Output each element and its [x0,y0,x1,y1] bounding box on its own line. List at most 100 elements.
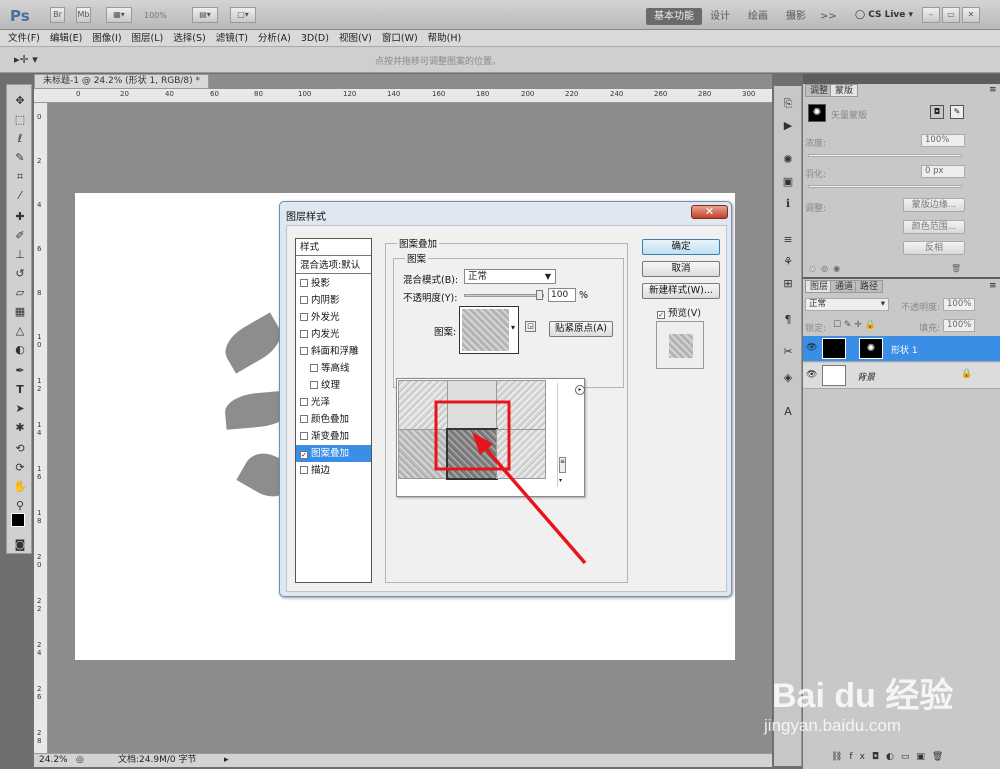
menu-analysis[interactable]: 分析(A) [253,30,296,47]
styles-header[interactable]: 样式 [296,239,371,256]
new-style-button[interactable]: 新建样式(W)... [642,283,720,299]
menu-3d[interactable]: 3D(D) [296,30,334,47]
effect-checkbox[interactable] [300,296,308,304]
crop-tool-icon[interactable]: ⌗ [12,169,28,185]
effect-bevel-emboss[interactable]: 斜面和浮雕 [296,343,371,360]
pattern-swatch-dropdown[interactable]: ▾ [459,306,519,354]
workspace-photography[interactable]: 摄影 [778,8,814,25]
layer-blend-mode-select[interactable]: 正常 ▾ [805,298,889,311]
picker-scrollbar[interactable]: ≡ ▾ [557,383,567,487]
clone-stamp-icon[interactable]: ⊥ [12,247,28,263]
screen-mode-icon[interactable]: ▢▾ [230,7,256,23]
panel-menu-icon[interactable]: ≡ [989,85,997,95]
pen-tool-icon[interactable]: ✒ [12,363,28,379]
presets-icon[interactable]: ⊞ [780,276,796,292]
zoom-level-field[interactable]: 100% [144,11,167,20]
pattern-option[interactable] [398,380,448,430]
brush-presets-icon[interactable]: ≡ [780,232,796,248]
bridge-icon[interactable]: Br [50,7,65,23]
status-menu-arrow-icon[interactable]: ▸ [224,754,229,767]
menu-file[interactable]: 文件(F) [0,30,45,47]
preview-check-icon[interactable]: ✓ [657,311,665,319]
effect-checkbox[interactable] [300,347,308,355]
opacity-slider-thumb[interactable] [536,290,543,300]
effect-checkbox[interactable] [310,381,318,389]
effect-pattern-overlay[interactable]: ✓ 图案叠加 [296,445,371,462]
effect-checkbox-checked[interactable]: ✓ [300,451,308,459]
mask-edge-button[interactable]: 蒙版边缘... [903,198,965,212]
cs-live-menu[interactable]: ◯ CS Live ▾ [855,10,913,20]
blur-tool-icon[interactable]: △ [12,323,28,339]
menu-image[interactable]: 图像(I) [87,30,126,47]
actions-panel-icon[interactable]: ▶ [780,118,796,134]
type-tool-icon[interactable]: T [12,382,28,398]
pixel-mask-icon[interactable]: ◘ [930,105,944,119]
effect-checkbox[interactable] [300,330,308,338]
effect-contour[interactable]: 等高线 [296,360,371,377]
cancel-button[interactable]: 取消 [642,261,720,277]
dodge-tool-icon[interactable]: ◐ [12,342,28,358]
mask-footer-icons[interactable]: ◌ ◎ ◉ [809,264,840,273]
pattern-option-selected[interactable] [446,428,498,480]
paragraph-icon[interactable]: ¶ [780,312,796,328]
history-brush-icon[interactable]: ↺ [12,266,28,282]
minimize-icon[interactable]: – [922,7,940,23]
opacity-slider[interactable] [464,290,544,300]
menu-select[interactable]: 选择(S) [168,30,210,47]
effect-checkbox[interactable] [300,415,308,423]
shape-tool-icon[interactable]: ✱ [12,420,28,436]
image-panel-icon[interactable]: ▣ [780,174,796,190]
arrange-documents-icon[interactable]: ▤▾ [192,7,218,23]
pattern-option[interactable] [496,380,546,430]
tab-paths[interactable]: 路径 [855,280,884,293]
tab-layers[interactable]: 图层 [805,280,834,293]
tab-adjustments[interactable]: 调整 [805,84,834,97]
layers-panel-menu-icon[interactable]: ≡ [989,281,997,291]
menu-layer[interactable]: 图层(L) [127,30,169,47]
blend-mode-select[interactable]: 正常 ▼ [464,269,556,284]
dialog-close-button[interactable]: ✕ [691,205,728,219]
document-tab[interactable]: 未标题-1 @ 24.2% (形状 1, RGB/8) * ⊠ [34,74,209,99]
density-field[interactable]: 100% [921,134,965,147]
menu-edit[interactable]: 编辑(E) [45,30,87,47]
menu-view[interactable]: 视图(V) [334,30,377,47]
3d-orbit-icon[interactable]: ⟳ [12,460,28,476]
opacity-field[interactable]: 100 [548,288,576,302]
tools-presets-icon[interactable]: ✂ [780,344,796,360]
lock-options-icons[interactable]: ☐ ✎ ✛ 🔒 [833,320,876,330]
menu-window[interactable]: 窗口(W) [377,30,423,47]
gradient-tool-icon[interactable]: ▦ [12,304,28,320]
view-extras-icon[interactable]: ▦▾ [106,7,132,23]
layer-row-background[interactable]: 👁 背景 🔒 [803,363,1000,389]
effect-checkbox[interactable] [300,398,308,406]
tab-masks[interactable]: 蒙版 [830,84,859,97]
ok-button[interactable]: 确定 [642,239,720,255]
effect-inner-shadow[interactable]: 内阴影 [296,292,371,309]
foreground-color-swatch[interactable] [11,513,25,527]
eraser-tool-icon[interactable]: ▱ [12,285,28,301]
effect-outer-glow[interactable]: 外发光 [296,309,371,326]
mini-bridge-icon[interactable]: Mb [76,7,91,23]
effect-checkbox[interactable] [300,432,308,440]
lasso-tool-icon[interactable]: ℓ [12,131,28,147]
zoom-tool-icon[interactable]: ⚲ [12,498,28,514]
move-tool-icon[interactable]: ✥ [12,93,28,109]
preview-checkbox[interactable]: ✓ 预览(V) [657,305,701,319]
quick-mask-icon[interactable]: ◙ [12,537,28,553]
color-range-button[interactable]: 颜色范围... [903,220,965,234]
workspace-essentials[interactable]: 基本功能 [646,8,702,25]
effect-drop-shadow[interactable]: 投影 [296,275,371,292]
marquee-tool-icon[interactable]: ⬚ [12,112,28,128]
restore-icon[interactable]: ▭ [942,7,960,23]
effect-checkbox[interactable] [310,364,318,372]
layer-row-shape[interactable]: 👁 ✺ 形状 1 [803,336,1000,362]
hand-tool-icon[interactable]: ✋ [12,479,28,495]
effect-color-overlay[interactable]: 颜色叠加 [296,411,371,428]
effect-checkbox[interactable] [300,313,308,321]
effect-stroke[interactable]: 描边 [296,462,371,479]
effect-satin[interactable]: 光泽 [296,394,371,411]
healing-brush-icon[interactable]: ✚ [12,209,28,225]
picker-menu-icon[interactable]: ▸ [575,385,585,395]
pattern-option[interactable] [398,429,448,479]
density-slider[interactable] [808,154,962,157]
